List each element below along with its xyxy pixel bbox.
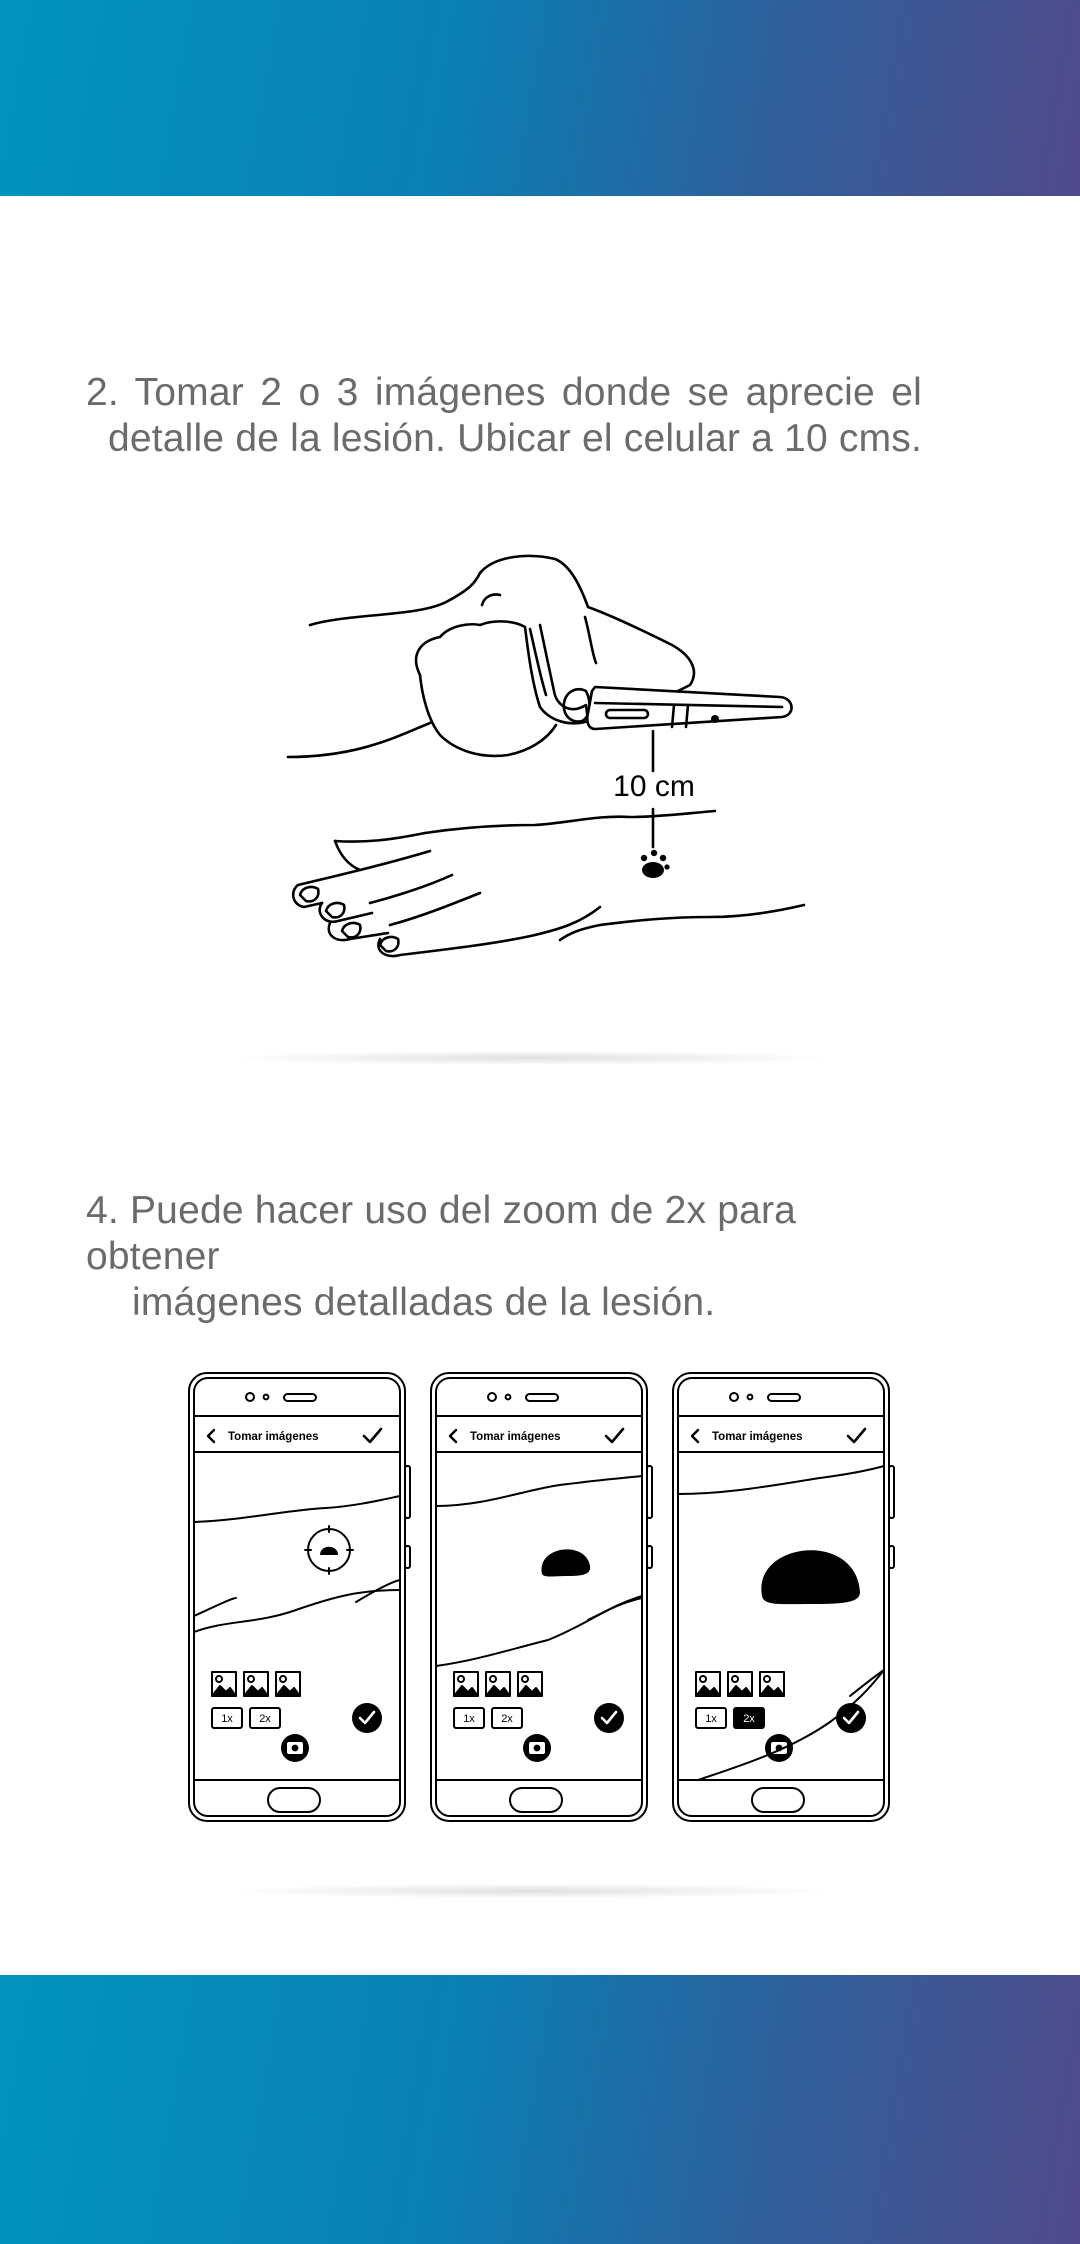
phone-2-lesion bbox=[541, 1549, 591, 1577]
distance-label: 10 cm bbox=[613, 770, 695, 803]
upper-forearm-bottom bbox=[286, 721, 432, 759]
phone-1-arm-line bbox=[193, 1597, 237, 1617]
holding-hand-finger-crease bbox=[480, 593, 502, 607]
lower-hand-crease-1 bbox=[358, 849, 432, 872]
lower-hand-finger-3 bbox=[377, 905, 602, 958]
phone-2-arm-edge bbox=[587, 1597, 643, 1621]
phone-2-title: Tomar imágenes bbox=[470, 1431, 561, 1443]
lower-hand-nail-4 bbox=[378, 935, 400, 953]
phone-3-title: Tomar imágenes bbox=[712, 1431, 803, 1443]
bottom-gradient-band bbox=[0, 1975, 1080, 2244]
lower-forearm-top bbox=[333, 809, 717, 843]
phone-3-lesion bbox=[761, 1550, 860, 1605]
step-2-instruction: 2. Tomar 2 o 3 imágenes donde se aprecie… bbox=[86, 370, 922, 462]
lower-hand-nail-2 bbox=[324, 901, 346, 919]
phone-2: Tomar imágenes 1x 2x bbox=[429, 1371, 654, 1823]
phone-1-zoom-1x-label: 1x bbox=[221, 1713, 233, 1725]
phone-3-zoom-2x-label: 2x bbox=[743, 1713, 755, 1725]
phone-1-zoom-2x-label: 2x bbox=[259, 1713, 271, 1725]
phone-1: Tomar imágenes 1x 2x bbox=[187, 1371, 412, 1823]
phone-3-arm-top bbox=[677, 1465, 885, 1495]
phone-1-arm-top bbox=[193, 1495, 401, 1523]
holding-hand-palm bbox=[414, 620, 590, 725]
phone-3: Tomar imágenes 1x 2x bbox=[671, 1371, 896, 1823]
lower-hand-nail-3 bbox=[340, 921, 362, 939]
lower-forearm-bottom bbox=[598, 903, 806, 927]
step-2-line-2: detalle de la lesión. Ubicar el celular … bbox=[107, 417, 922, 460]
phone-1-lesion bbox=[320, 1546, 338, 1555]
lesion-mark bbox=[640, 849, 670, 878]
phone-3-zoom-1x-label: 1x bbox=[705, 1713, 717, 1725]
top-gradient-band bbox=[0, 0, 1080, 196]
phone-2-zoom-1x-label: 1x bbox=[463, 1713, 475, 1725]
phone-1-arm-bottom bbox=[193, 1589, 401, 1633]
phone-1-title: Tomar imágenes bbox=[228, 1431, 319, 1443]
phone-2-zoom-2x-label: 2x bbox=[501, 1713, 513, 1725]
illustration-1-shadow bbox=[230, 1051, 830, 1065]
phone-2-arm-top bbox=[435, 1475, 643, 1507]
lower-hand-crease-3 bbox=[388, 891, 482, 927]
lower-hand-crease-2 bbox=[368, 873, 454, 905]
illustration-2-shadow bbox=[230, 1884, 830, 1898]
zoom-phones-illustration: Tomar imágenes 1x 2x Tomar imágenes 1x 2… bbox=[187, 1371, 896, 1823]
step-4-line-2: imágenes detalladas de la lesión. bbox=[132, 1281, 716, 1324]
step-4-instruction: 4. Puede hacer uso del zoom de 2x para o… bbox=[86, 1188, 922, 1326]
holding-hand-outline bbox=[478, 554, 696, 713]
lower-hand-finger-2 bbox=[327, 921, 390, 942]
lower-hand-nail-1 bbox=[298, 885, 320, 903]
holding-hand-knuckle bbox=[583, 615, 598, 665]
step-4-line-1: 4. Puede hacer uso del zoom de 2x para o… bbox=[86, 1189, 797, 1278]
phone-3-arm-edge bbox=[849, 1669, 885, 1697]
phone-2-arm-bottom bbox=[435, 1595, 643, 1667]
upper-forearm-top bbox=[308, 571, 482, 627]
hand-phone-distance-illustration: 10 cm bbox=[286, 554, 806, 958]
step-2-line-1: 2. Tomar 2 o 3 imágenes donde se aprecie… bbox=[86, 371, 922, 414]
phone-side-view bbox=[585, 685, 793, 731]
